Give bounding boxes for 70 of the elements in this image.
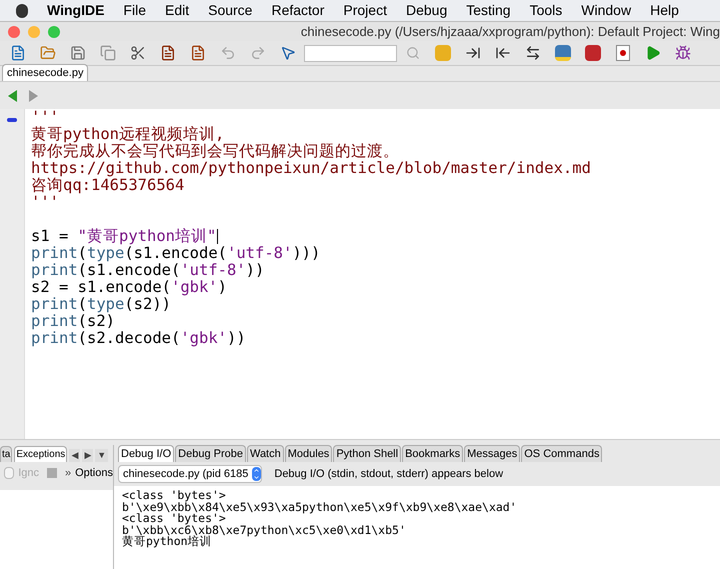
panel-tab[interactable]: Exceptions bbox=[14, 446, 68, 462]
debug-hint: Debug I/O (stdin, stdout, stderr) appears below bbox=[274, 466, 504, 482]
options-chevron[interactable]: » bbox=[64, 464, 72, 482]
code-token: ( bbox=[78, 296, 88, 313]
code-token: ))) bbox=[292, 245, 320, 262]
code-token: )) bbox=[227, 330, 246, 347]
code-token: (s1.encode( bbox=[124, 245, 227, 262]
ignore-checkbox[interactable] bbox=[4, 467, 14, 479]
menu-item[interactable]: WingIDE bbox=[47, 0, 104, 21]
menu-item[interactable]: Window bbox=[581, 0, 632, 21]
code-token: 咨询qq:1465376564 bbox=[31, 177, 184, 194]
panel-tab[interactable]: Debug Probe bbox=[175, 444, 246, 462]
output-line: b'\xe9\xbb\x84\xe5\x93\xa5python\xe5\x9f\xb9\xe8\xae\xad' bbox=[122, 502, 518, 513]
code-editor[interactable] bbox=[0, 109, 720, 439]
menu-item[interactable]: Project bbox=[343, 0, 387, 21]
code-token: type bbox=[87, 296, 124, 313]
output-line: b'\xbb\xc6\xb8\xe7python\xc5\xe0\xd1\xb5' bbox=[122, 524, 407, 536]
menu-item[interactable]: File bbox=[123, 0, 146, 21]
process-select[interactable]: chinesecode.py (pid 6185 bbox=[118, 464, 262, 484]
code-token: print bbox=[31, 313, 78, 330]
checkbox-label: Ignc bbox=[18, 466, 40, 481]
output-line: 黄哥python培训 bbox=[122, 536, 212, 548]
code-token: print bbox=[31, 262, 78, 279]
fold-icon[interactable] bbox=[7, 118, 17, 122]
code-token: 'utf-8' bbox=[180, 262, 246, 279]
menu-item[interactable]: Refactor bbox=[271, 0, 324, 21]
options-label[interactable]: Options bbox=[75, 464, 113, 482]
menu-item[interactable]: Help bbox=[650, 0, 679, 21]
file-tab[interactable]: chinesecode.py bbox=[2, 64, 88, 81]
code-token: print bbox=[31, 330, 78, 347]
close-icon[interactable] bbox=[8, 26, 20, 38]
code-token: (s2.decode( bbox=[78, 330, 180, 347]
panel-tab[interactable]: Python Shell bbox=[333, 444, 402, 462]
panel-tab[interactable]: Messages bbox=[464, 444, 520, 462]
panel-tab[interactable]: Bookmarks bbox=[402, 444, 464, 462]
code-token: type bbox=[87, 245, 124, 262]
panel-tab[interactable]: ta bbox=[0, 446, 12, 462]
code-token: (s2)) bbox=[124, 296, 172, 313]
code-token: ) bbox=[218, 279, 227, 296]
code-token: ''' bbox=[31, 109, 59, 126]
output-line: <class 'bytes'> bbox=[122, 513, 226, 524]
panel-tab[interactable]: Modules bbox=[284, 444, 332, 462]
code-token: 'gbk' bbox=[170, 279, 218, 296]
code-token: print bbox=[31, 245, 78, 262]
code-token: print bbox=[31, 296, 78, 313]
panel-tab[interactable]: Debug I/O bbox=[118, 444, 174, 462]
code-token: (s1.encode( bbox=[78, 262, 180, 279]
code-token: 帮你完成从不会写代码到会写代码解决问题的过渡。 bbox=[31, 143, 399, 160]
panel-tab[interactable]: Watch bbox=[246, 444, 284, 462]
panel-tab[interactable]: OS Commands bbox=[521, 444, 602, 462]
menu-item[interactable]: Testing bbox=[466, 0, 511, 21]
toolbar-search-field[interactable] bbox=[304, 44, 397, 62]
code-token: ''' bbox=[31, 194, 59, 211]
menu-item[interactable]: Debug bbox=[406, 0, 448, 21]
code-token: "黄哥python培训" bbox=[78, 228, 216, 245]
code-token: (s2) bbox=[78, 313, 115, 330]
menu-item[interactable]: Tools bbox=[530, 0, 562, 21]
code-token: s2 = s1.encode( bbox=[31, 279, 171, 296]
menu-item[interactable]: Source bbox=[208, 0, 252, 21]
code-token: s1 = bbox=[31, 228, 70, 245]
stepper-icon bbox=[252, 467, 262, 481]
code-token: 'utf-8' bbox=[227, 245, 292, 262]
menu-item[interactable]: Edit bbox=[164, 0, 190, 21]
output-line: <class 'bytes'> bbox=[122, 490, 227, 502]
window-title: chinesecode.py (/Users/hjzaaa/xxprogram/python): Default Project: Wing bbox=[300, 22, 720, 41]
code-token: )) bbox=[246, 262, 264, 279]
code-token: 黄哥python远程视频培训, bbox=[31, 126, 224, 143]
code-token: 'gbk' bbox=[180, 330, 227, 347]
code-token: https://github.com/pythonpeixun/article/blob/master/index.md bbox=[31, 160, 591, 177]
code-token: ( bbox=[78, 245, 88, 262]
